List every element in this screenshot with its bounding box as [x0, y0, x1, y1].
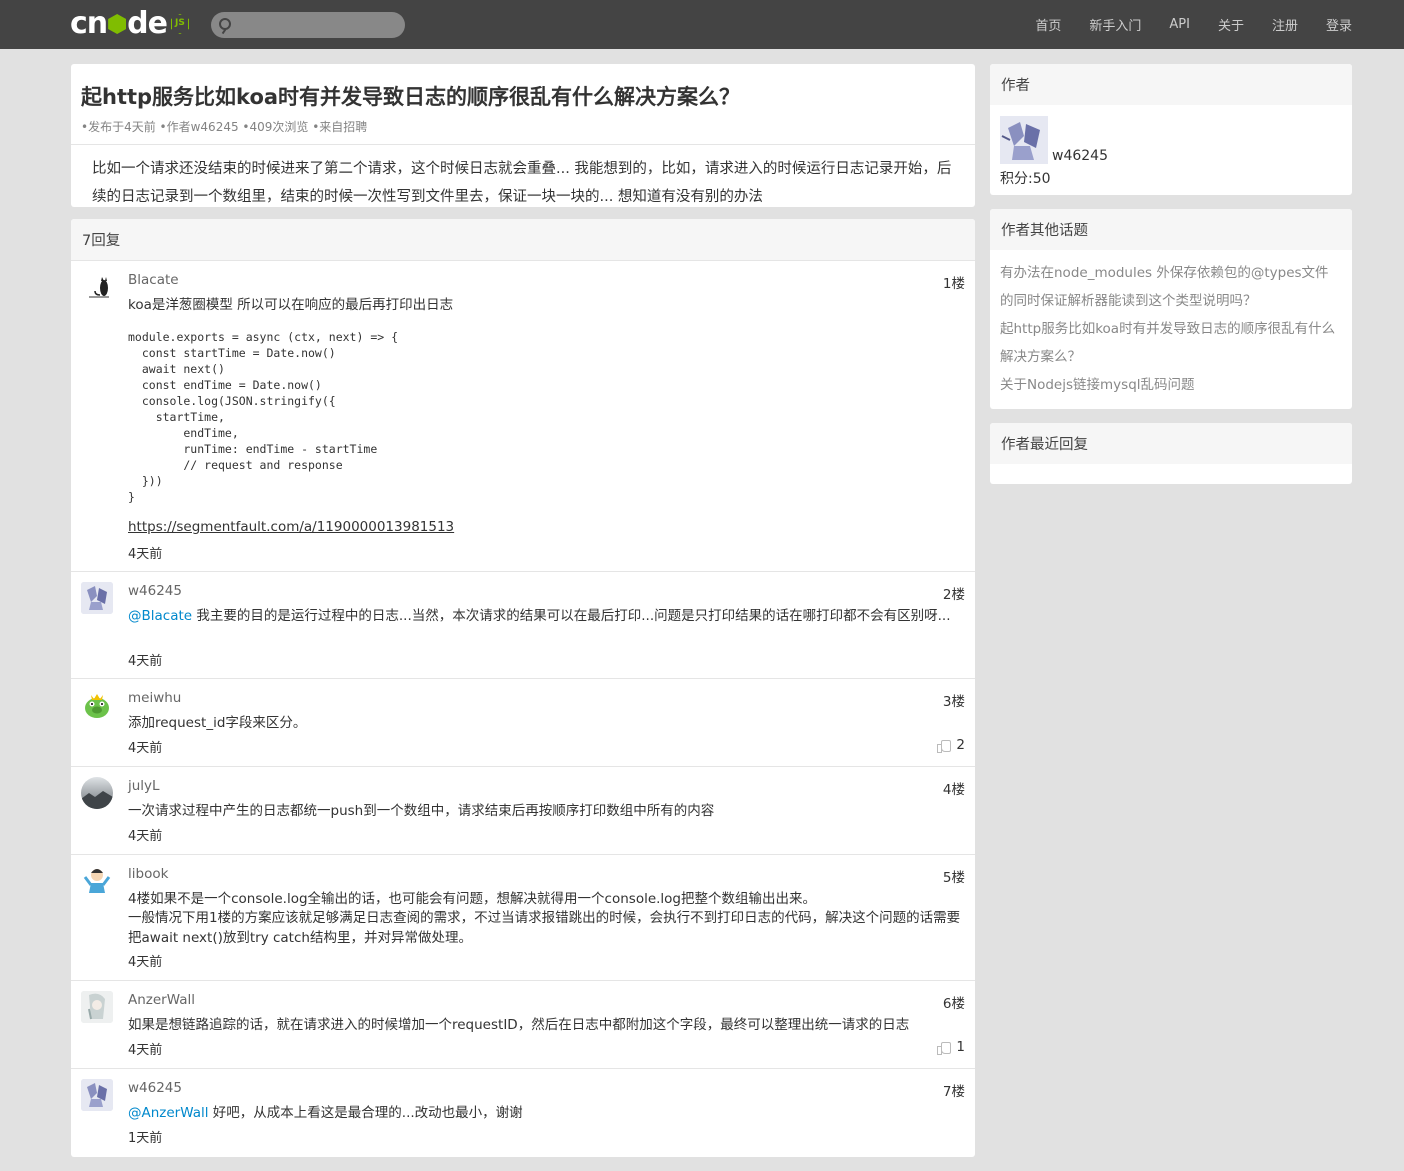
other-topic-link[interactable]: 有办法在node_modules 外保存依赖包的@types文件的同时保证解析器… [1000, 259, 1342, 315]
reply-author[interactable]: AnzerWall [128, 992, 195, 1008]
cartoon-person-avatar-icon [81, 865, 113, 897]
reply-item: w46245 2楼 @Blacate 我主要的目的是运行过程中的日志...当然，… [71, 571, 975, 678]
like-button[interactable]: 2 [937, 737, 965, 753]
reply-time: 4天前 [128, 1043, 163, 1058]
avatar[interactable] [81, 1079, 113, 1111]
navbar: cn de JS 首页 新手入门 API 关于 注册 登录 [0, 0, 1404, 49]
robot-avatar-icon [81, 582, 113, 614]
reply-item: libook 5楼 4楼如果不是一个console.log全输出的话，也可能会有… [71, 854, 975, 980]
recent-replies-panel: 作者最近回复 [990, 423, 1352, 484]
reply-floor: 5楼 [942, 870, 965, 886]
reply-item: w46245 7楼 @AnzerWall 好吧，从成本上看这是最合理的...改动… [71, 1068, 975, 1157]
reply-text: 添加request_id字段来区分。 [128, 715, 307, 731]
topic-panel: 起http服务比如koa时有并发导致日志的顺序很乱有什么解决方案么？ •发布于4… [71, 64, 975, 207]
reply-time: 4天前 [128, 654, 163, 669]
reply-floor: 6楼 [942, 996, 965, 1012]
reply-floor: 1楼 [942, 276, 965, 292]
search-box[interactable] [211, 12, 405, 38]
reply-link[interactable]: https://segmentfault.com/a/1190000013981… [128, 517, 966, 537]
avatar[interactable] [81, 582, 113, 614]
cat-avatar-icon [81, 271, 113, 303]
author-avatar[interactable] [1000, 116, 1048, 164]
reply-floor: 4楼 [942, 782, 965, 798]
cnode-logo[interactable]: cn de JS [70, 8, 189, 40]
robot-avatar-icon [81, 1079, 113, 1111]
reply-time: 4天前 [128, 547, 163, 562]
reply-author[interactable]: meiwhu [128, 690, 181, 706]
reply-text: 如果是想链路追踪的话，就在请求进入的时候增加一个requestID，然后在日志中… [128, 1017, 910, 1033]
replies-count: 7回复 [71, 219, 975, 260]
mention-link[interactable]: @Blacate [128, 608, 192, 624]
author-panel-title: 作者 [990, 64, 1352, 105]
like-count: 1 [956, 1039, 965, 1055]
reply-item: meiwhu 3楼 添加request_id字段来区分。 4天前 2 [71, 678, 975, 766]
reply-text-rest: 我主要的目的是运行过程中的日志...当然，本次请求的结果可以在最后打印...问题… [192, 608, 951, 624]
author-name[interactable]: w46245 [1052, 148, 1108, 164]
search-input[interactable] [237, 12, 397, 38]
anime-avatar-icon [81, 991, 113, 1023]
reply-text: koa是洋葱圈模型 所以可以在响应的最后再打印出日志 [128, 297, 454, 313]
logo-text-start: cn [70, 6, 108, 41]
topic-content: 比如一个请求还没结束的时候进来了第二个请求，这个时候日志就会重叠... 我能想到… [92, 161, 952, 205]
author-panel: 作者 w46245 积分:50 [990, 64, 1352, 195]
reply-author[interactable]: w46245 [128, 583, 182, 599]
robot-avatar-icon [1000, 116, 1048, 164]
reply-floor: 2楼 [942, 587, 965, 603]
reply-author[interactable]: libook [128, 866, 168, 882]
other-topic-link[interactable]: 起http服务比如koa时有并发导致日志的顺序很乱有什么解决方案么？ [1000, 315, 1342, 371]
like-count: 2 [956, 737, 965, 753]
avatar[interactable] [81, 271, 113, 303]
top-nav: 首页 新手入门 API 关于 注册 登录 [1007, 0, 1352, 49]
reply-item: Blacate 1楼 koa是洋葱圈模型 所以可以在响应的最后再打印出日志 mo… [71, 260, 975, 571]
node-hexagon-icon [108, 14, 127, 34]
reply-author[interactable]: Blacate [128, 272, 179, 288]
avatar[interactable] [81, 777, 113, 809]
other-topics-panel: 作者其他话题 有办法在node_modules 外保存依赖包的@types文件的… [990, 209, 1352, 409]
mention-link[interactable]: @AnzerWall [128, 1105, 209, 1121]
nav-about[interactable]: 关于 [1218, 15, 1244, 34]
avatar[interactable] [81, 991, 113, 1023]
reply-code: module.exports = async (ctx, next) => { … [128, 330, 399, 504]
nav-register[interactable]: 注册 [1272, 15, 1298, 34]
avatar[interactable] [81, 689, 113, 721]
reply-text: 4楼如果不是一个console.log全输出的话，也可能会有问题，想解决就得用一… [128, 891, 817, 907]
topic-title: 起http服务比如koa时有并发导致日志的顺序很乱有什么解决方案么？ [81, 85, 741, 109]
avatar[interactable] [81, 865, 113, 897]
reply-text: 一次请求过程中产生的日志都统一push到一个数组中，请求结束后再按顺序打印数组中… [128, 803, 715, 819]
other-topic-link[interactable]: 关于Nodejs链接mysql乱码问题 [1000, 371, 1342, 399]
nav-home[interactable]: 首页 [1035, 15, 1061, 34]
topic-meta: •发布于4天前 •作者w46245 •409次浏览 •来自招聘 [81, 120, 368, 134]
other-topics-list: 有办法在node_modules 外保存依赖包的@types文件的同时保证解析器… [1000, 259, 1342, 399]
green-pig-avatar-icon [81, 689, 113, 721]
reply-time: 4天前 [128, 741, 163, 756]
reply-item: julyL 4楼 一次请求过程中产生的日志都统一push到一个数组中，请求结束后… [71, 766, 975, 854]
reply-text: @AnzerWall 好吧，从成本上看这是最合理的...改动也最小，谢谢 [128, 1103, 966, 1123]
reply-text-2: 一般情况下用1楼的方案应该就足够满足日志查阅的需求，不过当请求报错跳出的时候，会… [128, 910, 961, 946]
thumbs-up-icon [937, 739, 952, 753]
nav-api[interactable]: API [1169, 17, 1190, 32]
reply-floor: 3楼 [942, 694, 965, 710]
reply-text-rest: 好吧，从成本上看这是最合理的...改动也最小，谢谢 [208, 1105, 523, 1121]
nav-login[interactable]: 登录 [1326, 15, 1352, 34]
js-badge-icon: JS [170, 14, 189, 34]
other-topics-title: 作者其他话题 [990, 209, 1352, 250]
reply-item: AnzerWall 6楼 如果是想链路追踪的话，就在请求进入的时候增加一个req… [71, 980, 975, 1068]
reply-floor: 7楼 [942, 1084, 965, 1100]
reply-time: 1天前 [128, 1131, 163, 1146]
reply-time: 4天前 [128, 829, 163, 844]
reply-time: 4天前 [128, 955, 163, 970]
divider [71, 144, 975, 145]
replies-panel: 7回复 Blacate 1楼 koa是洋葱圈模型 所以可以在响应的最后再打印出日… [71, 219, 975, 1157]
author-score: 积分:50 [1000, 171, 1051, 187]
reply-author[interactable]: w46245 [128, 1080, 182, 1096]
landscape-avatar-icon [81, 777, 113, 809]
like-button[interactable]: 1 [937, 1039, 965, 1055]
logo-text-end: de [127, 6, 168, 41]
nav-getstart[interactable]: 新手入门 [1089, 15, 1141, 34]
search-icon [219, 18, 231, 30]
thumbs-up-icon [937, 1041, 952, 1055]
reply-author[interactable]: julyL [128, 778, 160, 794]
reply-text: @Blacate 我主要的目的是运行过程中的日志...当然，本次请求的结果可以在… [128, 606, 966, 626]
recent-replies-title: 作者最近回复 [990, 423, 1352, 464]
